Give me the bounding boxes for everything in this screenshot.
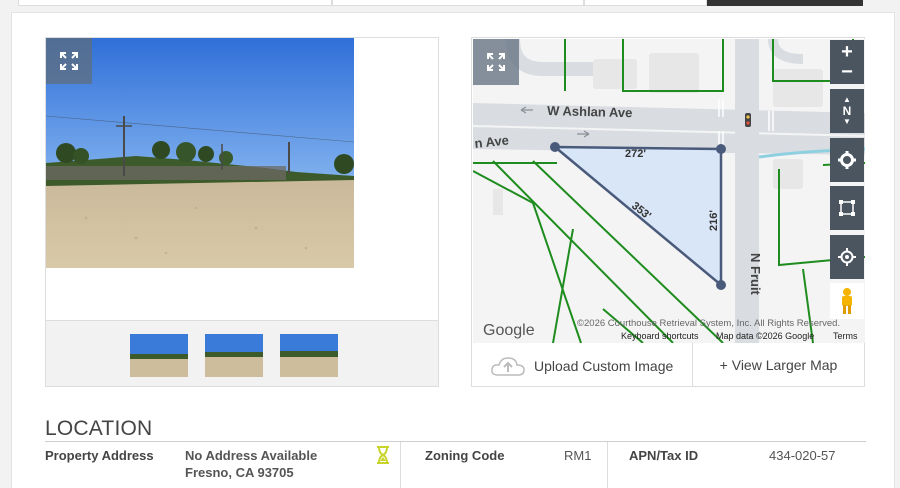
chevron-up-icon: ▲: [843, 95, 851, 104]
thumbnail-1[interactable]: [130, 334, 188, 377]
top-tab-1[interactable]: [18, 0, 332, 6]
main-photo[interactable]: [46, 38, 354, 268]
view-larger-map-link[interactable]: + View Larger Map: [692, 343, 864, 386]
map-data-attribution: Map data ©2026 Google: [716, 331, 814, 341]
thumbnail-2[interactable]: [205, 334, 263, 377]
photo-gallery: [45, 37, 439, 387]
column-divider: [607, 442, 608, 488]
hourglass-icon[interactable]: [376, 446, 390, 467]
draw-shape-button[interactable]: [830, 186, 864, 230]
location-section-title: LOCATION: [45, 417, 153, 440]
zoning-code-value: RM1: [564, 448, 592, 463]
expand-icon: [487, 53, 505, 71]
lot-photo-image: [46, 38, 354, 268]
property-address-line2: Fresno, CA 93705: [185, 465, 294, 480]
crosshair-icon: [838, 248, 856, 266]
map-canvas: W Ashlan Ave n Ave N Fruit 272' 353' 216…: [473, 39, 865, 343]
zoning-code-label: Zoning Code: [425, 448, 505, 463]
property-address-label: Property Address: [45, 448, 154, 463]
map-footer: Upload Custom Image + View Larger Map: [472, 343, 864, 386]
compass-button[interactable]: ▲ N ▼: [830, 89, 864, 133]
zoom-out-button[interactable]: −: [841, 62, 853, 82]
property-address-line1: No Address Available: [185, 448, 318, 463]
pegman-icon: [842, 288, 852, 314]
cloud-upload-icon: [491, 357, 525, 376]
thumbnail-strip: [46, 320, 438, 386]
location-details-row: Property Address No Address Available Fr…: [45, 442, 866, 488]
street-view-pegman[interactable]: [830, 283, 864, 319]
keyboard-shortcuts-link[interactable]: Keyboard shortcuts: [621, 331, 699, 341]
map-fullscreen-button[interactable]: [473, 39, 519, 85]
gear-icon: [838, 151, 856, 169]
top-tab-2[interactable]: [332, 0, 584, 6]
photo-fullscreen-button[interactable]: [46, 38, 92, 84]
apn-tax-id-label: APN/Tax ID: [629, 448, 699, 463]
chevron-down-icon: ▼: [843, 117, 851, 126]
top-tab-active[interactable]: [707, 0, 863, 6]
my-location-button[interactable]: [830, 235, 864, 279]
expand-icon: [60, 52, 78, 70]
upload-custom-image-label: Upload Custom Image: [534, 358, 674, 374]
map-copyright: ©2026 Courthouse Retrieval System, Inc. …: [577, 318, 840, 329]
street-label-ashlan: W Ashlan Ave: [547, 103, 633, 120]
map-settings-button[interactable]: [830, 138, 864, 182]
apn-tax-id-value: 434-020-57: [769, 448, 836, 463]
parcel-map[interactable]: W Ashlan Ave n Ave N Fruit 272' 353' 216…: [473, 39, 865, 343]
zoom-control: + −: [830, 40, 864, 84]
compass-north-label: N: [842, 104, 852, 118]
polygon-select-icon: [839, 200, 855, 216]
map-panel: W Ashlan Ave n Ave N Fruit 272' 353' 216…: [471, 37, 865, 387]
google-logo: Google: [483, 322, 535, 339]
column-divider: [400, 442, 401, 488]
top-tab-bar: [0, 0, 900, 6]
upload-custom-image-button[interactable]: Upload Custom Image: [490, 353, 690, 379]
terms-link[interactable]: Terms: [833, 331, 858, 341]
street-label-fruit: N Fruit: [748, 253, 763, 296]
thumbnail-3[interactable]: [280, 334, 338, 377]
dimension-top-label: 272': [625, 148, 646, 160]
dimension-right-label: 216': [708, 210, 720, 231]
zoom-in-button[interactable]: +: [841, 42, 853, 62]
top-tab-3[interactable]: [584, 0, 707, 6]
